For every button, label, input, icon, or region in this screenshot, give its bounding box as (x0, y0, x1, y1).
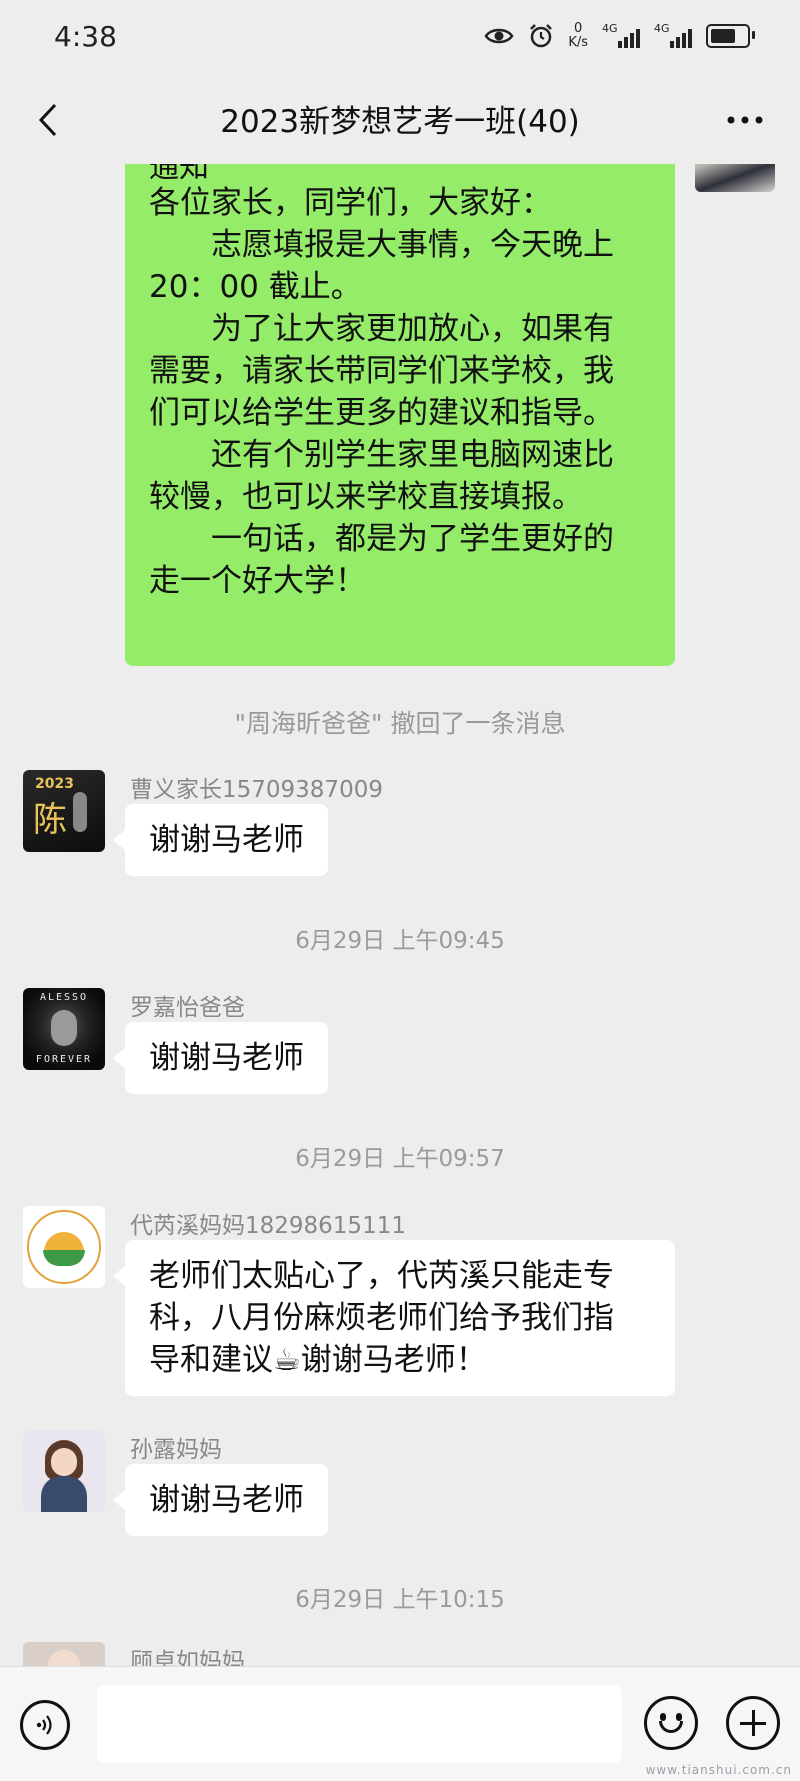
avatar-figure (73, 792, 87, 832)
battery-icon (706, 24, 755, 48)
input-bar: www.tianshui.com.cn (0, 1666, 800, 1781)
chat-message: ALESSO FOREVER 罗嘉怡爸爸 谢谢马老师 (0, 988, 800, 1094)
avatar-text: FOREVER (35, 1054, 93, 1065)
alarm-icon (530, 24, 553, 48)
avatar-face (51, 1448, 77, 1476)
timestamp: 6月29日 上午09:45 (295, 928, 505, 954)
avatar-face (47, 1650, 81, 1666)
self-message-line: 需要，请家长带同学们来学校，我 (149, 353, 614, 389)
message-text: 谢谢马老师 (149, 1040, 304, 1076)
signal-label-2: 4G (654, 22, 670, 35)
more-icon (727, 116, 763, 124)
message-bubble[interactable]: 老师们太贴心了，代芮溪只能走专 科，八月份麻烦老师们给予我们指 导和建议☕谢谢马… (113, 1240, 675, 1396)
self-message-line: 走一个好大学！ (149, 563, 366, 599)
status-icons: 0 K/s 4G 4G (484, 22, 755, 50)
plus-icon[interactable] (726, 1696, 780, 1750)
message-text: 导和建议☕谢谢马老师！ (149, 1342, 487, 1378)
message-bubble[interactable]: 谢谢马老师 (113, 1464, 328, 1536)
sender-name: 孙露妈妈 (130, 1437, 222, 1463)
avatar-text: ALESSO (39, 992, 89, 1003)
more-button[interactable] (720, 100, 770, 140)
self-message-line: 们可以给学生更多的建议和指导。 (149, 395, 614, 431)
chat-message: 孙露妈妈 谢谢马老师 (0, 1430, 800, 1536)
signal-label: 4G (602, 22, 618, 35)
status-time: 4:38 (54, 20, 117, 53)
self-message-line: 各位家长，同学们，大家好： (149, 185, 552, 221)
chat-header: 2023新梦想艺考一班(40) (0, 78, 800, 164)
emoji-icon[interactable] (644, 1696, 698, 1750)
signal-icon: 4G (602, 22, 640, 48)
network-speed-value: 0 (574, 21, 583, 36)
recall-notice: "周海昕爸爸" 撤回了一条消息 (234, 709, 566, 738)
avatar[interactable]: ALESSO FOREVER (23, 988, 105, 1070)
message-text: 老师们太贴心了，代芮溪只能走专 (149, 1258, 614, 1294)
sender-name: 代芮溪妈妈18298615111 (130, 1213, 406, 1239)
self-message-line: 还有个别学生家里电脑网速比 (149, 437, 614, 473)
chat-message: 顾卓如妈妈 (0, 1642, 800, 1666)
network-speed: 0 K/s (568, 22, 588, 50)
message-bubble[interactable]: 谢谢马老师 (113, 1022, 328, 1094)
avatar-face (51, 1010, 77, 1046)
network-speed-unit: K/s (568, 35, 588, 50)
chat-title: 2023新梦想艺考一班(40) (220, 104, 580, 140)
self-message-line: 一句话，都是为了学生更好的 (149, 521, 614, 557)
eye-icon (484, 28, 514, 44)
avatar[interactable] (23, 1430, 105, 1512)
self-message-line: 较慢，也可以来学校直接填报。 (149, 479, 583, 515)
message-text: 谢谢马老师 (149, 822, 304, 858)
self-message-bubble[interactable]: 通知 各位家长，同学们，大家好： 志愿填报是大事情，今天晚上 20：00 截止。… (125, 164, 675, 666)
self-avatar[interactable] (695, 164, 775, 192)
chat-message: 代芮溪妈妈18298615111 老师们太贴心了，代芮溪只能走专 科，八月份麻烦… (0, 1206, 800, 1396)
self-message-line: 20：00 截止。 (149, 269, 362, 305)
self-message-line: 为了让大家更加放心，如果有 (149, 311, 614, 347)
message-text: 科，八月份麻烦老师们给予我们指 (149, 1300, 614, 1336)
message-bubble[interactable]: 谢谢马老师 (113, 804, 328, 876)
avatar[interactable] (23, 1206, 105, 1288)
message-input[interactable] (97, 1685, 622, 1763)
avatar[interactable] (23, 1642, 105, 1666)
self-message-line: 志愿填报是大事情，今天晚上 (149, 227, 614, 263)
chat-area[interactable]: 通知 各位家长，同学们，大家好： 志愿填报是大事情，今天晚上 20：00 截止。… (0, 164, 800, 1666)
timestamp: 6月29日 上午09:57 (295, 1146, 505, 1172)
avatar[interactable]: 2023 陈 (23, 770, 105, 852)
avatar-text: 2023 (35, 776, 74, 792)
sender-name: 罗嘉怡爸爸 (130, 995, 245, 1021)
sender-name: 顾卓如妈妈 (130, 1649, 245, 1666)
voice-waves (36, 1715, 52, 1735)
voice-icon[interactable] (20, 1700, 70, 1750)
status-bar: 4:38 0 K/s 4G 4G (0, 0, 800, 78)
message-text: 谢谢马老师 (149, 1482, 304, 1518)
signal-icon-2: 4G (654, 22, 692, 48)
avatar-body (41, 1476, 87, 1512)
timestamp: 6月29日 上午10:15 (295, 1587, 505, 1613)
avatar-text: 陈 (33, 800, 67, 840)
chat-message: 2023 陈 曹义家长15709387009 谢谢马老师 (0, 770, 800, 876)
watermark: www.tianshui.com.cn (645, 1763, 792, 1777)
sender-name: 曹义家长15709387009 (130, 777, 383, 803)
